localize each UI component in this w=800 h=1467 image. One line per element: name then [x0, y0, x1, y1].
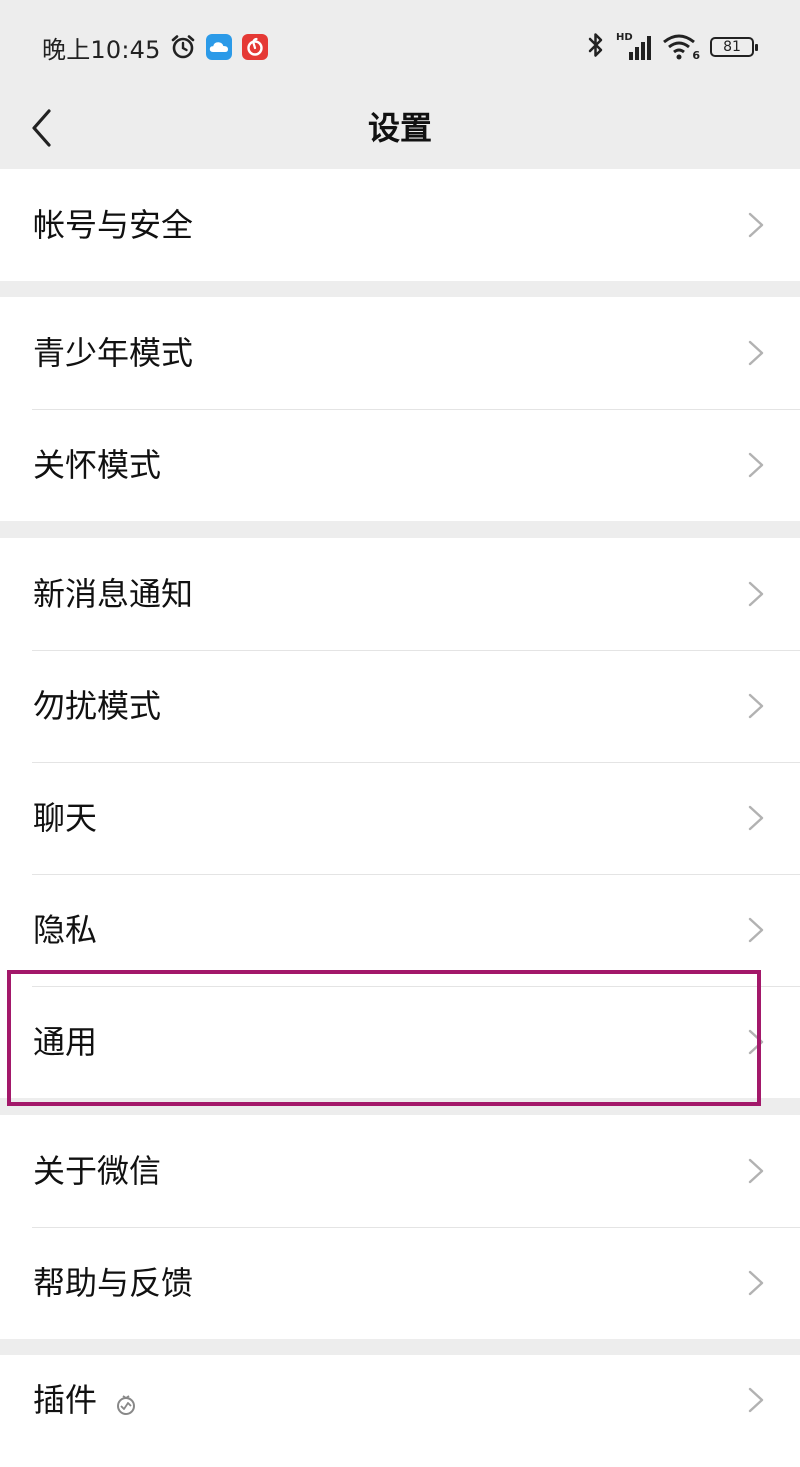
settings-item-label: 关怀模式 [33, 446, 162, 484]
settings-item-chat[interactable]: 聊天 [0, 762, 800, 874]
chevron-right-icon [748, 1029, 764, 1055]
signal-icon: HD [616, 32, 652, 62]
chevron-right-icon [748, 212, 764, 238]
chevron-right-icon [748, 805, 764, 831]
settings-item-label: 新消息通知 [33, 575, 194, 613]
header: 设置 [0, 92, 800, 168]
settings-item-label: 勿扰模式 [33, 687, 162, 725]
wifi-generation-label: 6 [692, 49, 700, 62]
page-title: 设置 [367, 109, 432, 147]
chevron-right-icon [748, 452, 764, 478]
settings-item-account-security[interactable]: 帐号与安全 [0, 169, 800, 281]
settings-group-about: 关于微信 帮助与反馈 [0, 1115, 800, 1339]
settings-group-plugins: 插件 [0, 1355, 800, 1467]
bluetooth-icon [586, 30, 606, 64]
settings-item-plugins[interactable]: 插件 [0, 1355, 800, 1467]
settings-item-general[interactable]: 通用 [0, 986, 800, 1098]
settings-group-modes: 青少年模式 关怀模式 [0, 297, 800, 521]
settings-item-label: 聊天 [33, 799, 98, 837]
settings-item-help-feedback[interactable]: 帮助与反馈 [0, 1227, 800, 1339]
chevron-right-icon [748, 1270, 764, 1296]
chevron-right-icon [748, 693, 764, 719]
settings-item-teen-mode[interactable]: 青少年模式 [0, 297, 800, 409]
chevron-right-icon [748, 1158, 764, 1184]
chevron-right-icon [748, 917, 764, 943]
settings-item-label: 青少年模式 [33, 334, 194, 372]
battery-level: 81 [723, 39, 741, 55]
cloud-icon [205, 33, 233, 61]
settings-item-do-not-disturb[interactable]: 勿扰模式 [0, 650, 800, 762]
status-left: 晚上10:45 [42, 30, 269, 64]
settings-group-general: 新消息通知 勿扰模式 聊天 隐私 通用 [0, 538, 800, 1098]
settings-item-label: 关于微信 [33, 1152, 162, 1190]
music-app-icon [241, 33, 269, 61]
settings-group-account: 帐号与安全 [0, 169, 800, 281]
chevron-right-icon [748, 340, 764, 366]
plugin-icon [117, 1395, 135, 1415]
settings-item-privacy[interactable]: 隐私 [0, 874, 800, 986]
alarm-icon [169, 33, 197, 61]
settings-item-label: 帮助与反馈 [33, 1264, 194, 1302]
status-bar: 晚上10:45 HD 6 81 [0, 0, 800, 92]
settings-item-notifications[interactable]: 新消息通知 [0, 538, 800, 650]
status-time: 晚上10:45 [42, 35, 161, 64]
settings-item-label: 隐私 [33, 911, 98, 949]
settings-item-about-wechat[interactable]: 关于微信 [0, 1115, 800, 1227]
settings-item-label: 帐号与安全 [33, 206, 194, 244]
battery-icon: 81 [710, 37, 758, 57]
chevron-right-icon [748, 581, 764, 607]
chevron-right-icon [748, 1387, 764, 1413]
wifi-icon: 6 [662, 32, 700, 62]
settings-item-label: 插件 [33, 1381, 98, 1419]
status-right: HD 6 81 [586, 30, 758, 64]
settings-item-label: 通用 [33, 1023, 98, 1061]
settings-item-care-mode[interactable]: 关怀模式 [0, 409, 800, 521]
